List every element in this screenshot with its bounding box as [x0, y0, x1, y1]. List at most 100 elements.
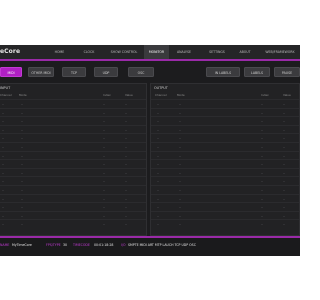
osc-button[interactable]: OSC	[128, 67, 154, 77]
output-cell: --	[261, 136, 264, 141]
input-cell: --	[21, 179, 24, 184]
udp-button[interactable]: UDP	[94, 67, 118, 77]
input-rows: -- -- -- -- -- -- -- -- -- -- -- -- -- -- -- -- -- -- -- --…	[0, 99, 146, 228]
output-cell: --	[157, 162, 160, 167]
input-cell: --	[2, 196, 5, 201]
nav-tab-monitor[interactable]: MONITOR	[144, 45, 169, 59]
output-cell: --	[261, 153, 264, 158]
status-name-label: NAME	[0, 243, 10, 247]
input-cell: --	[2, 187, 5, 192]
output-table-row: -- -- -- --	[151, 116, 299, 125]
input-cell: --	[21, 205, 24, 210]
input-cell: --	[125, 102, 128, 106]
input-cell: --	[21, 196, 24, 201]
input-table-row: -- -- -- --	[0, 176, 146, 185]
input-cell: --	[21, 144, 24, 149]
output-cell: --	[179, 222, 182, 227]
status-fps-value: 30	[63, 243, 68, 247]
input-cell: --	[103, 222, 106, 227]
top-bar: eCore HOME CLOCK SHOW CONTROL MONITOR ANALYS…	[0, 45, 300, 61]
nav-tab-about[interactable]: ABOUT	[235, 45, 255, 59]
input-cell: --	[125, 110, 128, 115]
input-table-row: -- -- -- --	[0, 159, 146, 168]
output-cell: --	[261, 127, 264, 132]
output-cell: --	[261, 119, 264, 124]
tcp-button[interactable]: TCP	[62, 67, 86, 77]
input-cell: --	[125, 127, 128, 132]
output-cell: --	[157, 205, 160, 210]
output-cell: --	[283, 153, 286, 158]
input-cell: --	[103, 136, 106, 141]
output-cell: --	[261, 213, 264, 218]
input-cell: --	[125, 222, 128, 227]
input-table-row: -- -- -- --	[0, 141, 146, 151]
input-cell: --	[2, 102, 5, 106]
output-cell: --	[283, 102, 286, 106]
output-cell: --	[283, 162, 286, 167]
input-cell: --	[21, 119, 24, 124]
output-cell: --	[157, 170, 160, 175]
app-window: eCore HOME CLOCK SHOW CONTROL MONITOR ANALYS…	[0, 45, 300, 256]
output-table-row: -- -- -- --	[151, 141, 299, 151]
nav-tab-web-framework[interactable]: WEB/FRAMEWORK	[255, 45, 300, 59]
nav-tab-settings[interactable]: SETTINGS	[199, 45, 235, 59]
nav-tab-show-control[interactable]: SHOW CONTROL	[104, 45, 144, 59]
output-table-row: -- -- -- --	[151, 159, 299, 168]
input-cell: --	[2, 205, 5, 210]
input-col-channel: Channel	[0, 93, 12, 97]
input-cell: --	[103, 144, 106, 149]
input-cell: --	[2, 213, 5, 218]
nav-tab-home[interactable]: HOME	[45, 45, 74, 59]
input-cell: --	[125, 170, 128, 175]
input-cell: --	[21, 153, 24, 158]
input-table-row: -- -- -- --	[0, 150, 146, 160]
input-table-row: -- -- -- --	[0, 116, 146, 125]
in-labels-button[interactable]: IN LABELS	[206, 67, 240, 77]
other-midi-button[interactable]: OTHER MIDI	[28, 67, 54, 77]
input-cell: --	[125, 205, 128, 210]
output-cell: --	[283, 144, 286, 149]
output-panel: OUTPUT Channel Mode Index Value -- -- -- --…	[150, 83, 300, 236]
output-cell: --	[157, 144, 160, 149]
input-cell: --	[103, 170, 106, 175]
output-cell: --	[157, 119, 160, 124]
input-cell: --	[125, 162, 128, 167]
input-cell: --	[21, 127, 24, 132]
labels-button[interactable]: LABELS	[244, 67, 270, 77]
output-cell: --	[179, 136, 182, 141]
output-cell: --	[261, 179, 264, 184]
output-cell: --	[283, 179, 286, 184]
pause-button[interactable]: PAUSE	[274, 67, 300, 77]
output-cell: --	[283, 110, 286, 115]
output-cell: --	[179, 213, 182, 218]
input-table-row: -- -- -- --	[0, 202, 146, 211]
app-title: eCore	[0, 48, 21, 55]
input-cell: --	[2, 162, 5, 167]
input-cell: --	[2, 144, 5, 149]
output-table-row: -- -- -- --	[151, 193, 299, 203]
status-timecode-label: TIMECODE	[73, 243, 90, 247]
midi-button[interactable]: MIDI	[0, 67, 22, 77]
nav-tab-clock[interactable]: CLOCK	[74, 45, 104, 59]
output-cell: --	[179, 205, 182, 210]
output-cell: --	[261, 102, 264, 106]
output-cell: --	[261, 222, 264, 227]
output-cell: --	[179, 127, 182, 132]
output-cell: --	[179, 196, 182, 201]
input-col-index: Index	[103, 93, 111, 97]
input-cell: --	[103, 179, 106, 184]
output-rows: -- -- -- -- -- -- -- -- -- -- -- -- -- -- -- -- -- -- -- --…	[151, 99, 299, 228]
status-timecode-value: 00:01:18:28	[94, 243, 114, 247]
output-cell: --	[157, 187, 160, 192]
input-table-row: -- -- -- --	[0, 219, 146, 228]
input-cell: --	[2, 136, 5, 141]
output-cell: --	[157, 136, 160, 141]
status-name-value: MyTimeCore	[12, 243, 32, 247]
status-bar: NAME MyTimeCore FPS/TYPE 30 TIMECODE 00:…	[0, 236, 300, 256]
input-panel: INPUT Channel Mode Index Value -- -- -- -- -…	[0, 83, 147, 236]
nav-tab-analyse[interactable]: ANALYSE	[169, 45, 199, 59]
output-cell: --	[283, 222, 286, 227]
status-io-label: I/O	[121, 243, 126, 247]
input-cell: --	[2, 222, 5, 227]
monitor-toolbar: MIDI OTHER MIDI TCP UDP OSC IN LABELS LABELS PA…	[0, 63, 300, 83]
